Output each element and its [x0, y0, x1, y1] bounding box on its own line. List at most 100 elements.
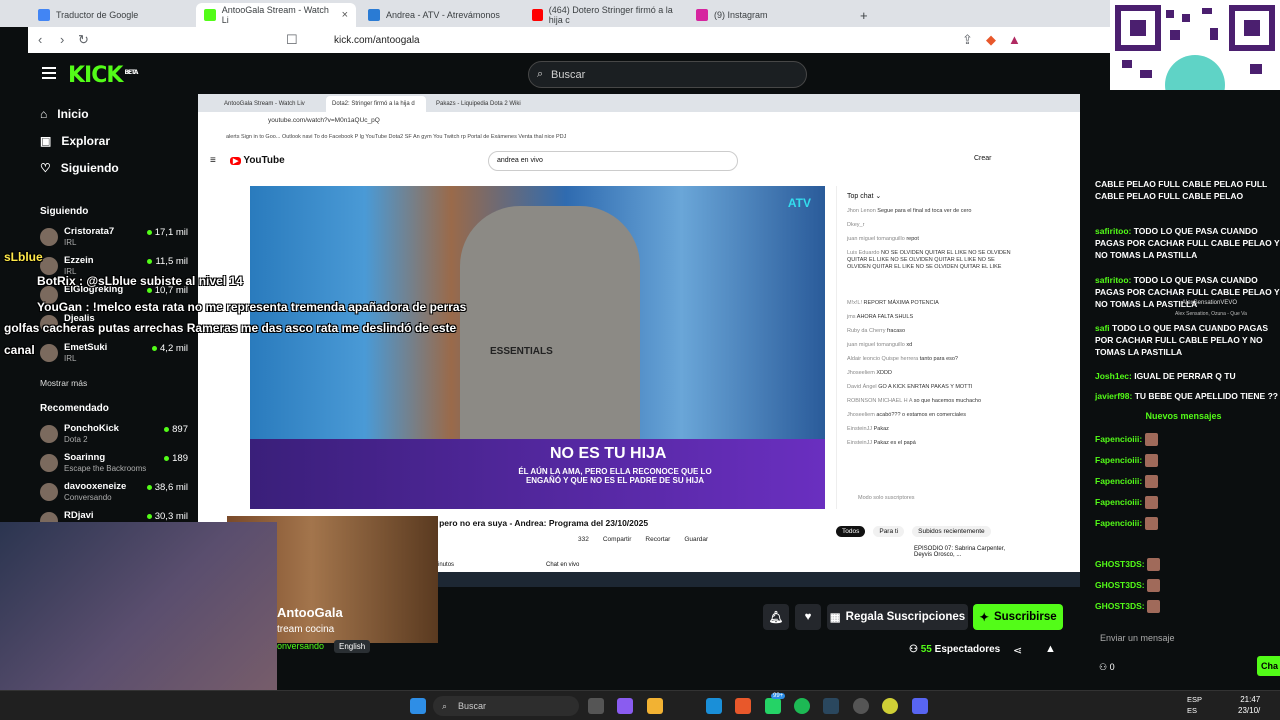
username[interactable]: Josh1ec:	[1095, 371, 1132, 381]
username[interactable]: javierf98:	[1095, 391, 1132, 401]
brave-icon[interactable]: ◆	[986, 32, 996, 48]
gift-subs-button[interactable]: ▦ Regala Suscripciones	[827, 604, 968, 630]
yt-chat-text: acabó??? o estamos en comerciales	[876, 412, 966, 418]
back-icon[interactable]: ‹	[38, 32, 42, 47]
menu-icon[interactable]	[42, 67, 56, 79]
username[interactable]: safiritoo:	[1095, 275, 1131, 285]
bookmark-icon[interactable]: ☐	[286, 32, 298, 48]
channel-item[interactable]: Cristorata7 IRL 17,1 mil	[40, 226, 188, 250]
yt-chat-message: Aldair leoncio Quispe herrera tanto para…	[847, 356, 1012, 363]
chip: Subidos recientemente	[912, 526, 991, 537]
task-view-icon[interactable]	[588, 698, 604, 714]
app-icon[interactable]	[882, 698, 898, 714]
username[interactable]: Fapencioiii:	[1095, 476, 1142, 486]
report-icon[interactable]: ▲	[1045, 643, 1056, 655]
input-language[interactable]: ESP ES	[1187, 694, 1202, 716]
username[interactable]: Fapencioiii:	[1095, 497, 1142, 507]
chat-input[interactable]: Enviar un mensaje	[1096, 627, 1280, 649]
obs-icon[interactable]	[853, 698, 869, 714]
language-tag[interactable]: English	[334, 640, 371, 653]
recommended-header: Recomendado	[40, 403, 109, 414]
channel-item[interactable]: PonchoKick Dota 2 897	[40, 423, 188, 447]
search-input[interactable]: ⌕ Buscar	[528, 61, 807, 88]
tab-kick[interactable]: AntooGala Stream - Watch Li ×	[196, 3, 356, 27]
steam-icon[interactable]	[823, 698, 839, 714]
windows-start-icon[interactable]	[410, 698, 426, 714]
notification-badge: 99+	[771, 693, 786, 699]
new-messages-divider[interactable]: Nuevos mensajes	[1087, 411, 1280, 421]
chat-message: Fapencioiii:	[1095, 496, 1280, 510]
discord-icon[interactable]	[912, 698, 928, 714]
yt-chat-user: Jhon Lenon	[847, 208, 878, 214]
taskbar-search[interactable]: ⌕ Buscar	[433, 696, 579, 716]
username[interactable]: safiritoo:	[1095, 226, 1131, 236]
chat-message: safiritoo: TODO LO QUE PASA CUANDO PAGAS…	[1095, 225, 1280, 261]
yt-chat-message: David Ángel GO A KICK ENRTAN PAKAS Y MOT…	[847, 384, 1012, 391]
reload-icon[interactable]: ↻	[78, 32, 89, 48]
tab-instagram[interactable]: (9) Instagram	[688, 3, 853, 27]
stream-video[interactable]: AntooGala Stream - Watch Liv Dota2: Stri…	[198, 94, 1080, 587]
follow-button[interactable]: ♥	[795, 604, 821, 630]
tab-translate[interactable]: Traductor de Google	[30, 3, 195, 27]
forward-icon[interactable]: ›	[60, 32, 64, 47]
show-more-link[interactable]: Mostrar más	[40, 378, 87, 388]
clock[interactable]: 21:47 23/10/	[1238, 694, 1260, 716]
copilot-icon[interactable]	[617, 698, 633, 714]
viewer-count: 897	[164, 424, 188, 435]
emote-icon	[1144, 454, 1158, 468]
new-tab-button[interactable]: +	[852, 3, 872, 27]
viewer-count: 30,3 mil	[147, 511, 188, 522]
channel-item[interactable]: davooxeneize Conversando 38,6 mil	[40, 481, 188, 505]
sidebar-item-siguiendo[interactable]: ♡ Siguiendo	[40, 161, 119, 175]
brave-icon[interactable]	[735, 698, 751, 714]
notify-button[interactable]: 🔔︎	[763, 604, 789, 630]
viewer-count: ⚇ 55 Espectadores	[909, 644, 1000, 655]
channel-name: Cristorata7	[64, 226, 115, 237]
channel-item[interactable]: Soarinng Escape the Backrooms 189	[40, 452, 188, 476]
subscribe-button[interactable]: ✦ Suscribirse	[973, 604, 1063, 630]
chip: Para ti	[873, 526, 905, 537]
username[interactable]: Fapencioiii:	[1095, 518, 1142, 528]
yt-chat-user: Jhoseeliem	[847, 370, 877, 376]
username[interactable]: GHOST3DS:	[1095, 601, 1145, 611]
yt-chat-text: repot	[906, 236, 919, 242]
channel-name: Ezzein	[64, 255, 94, 266]
overlay-line: YouGan : !melco esta rata no me represen…	[37, 300, 467, 314]
chat-send-button[interactable]: Cha	[1257, 656, 1280, 676]
yt-chat-message: ROBINSON MICHAEL H A so que hacemos much…	[847, 398, 1012, 405]
username[interactable]: safi	[1095, 323, 1110, 333]
avatar	[40, 425, 58, 443]
sidebar-item-explorar[interactable]: ▣ Explorar	[40, 134, 110, 148]
tab-atv[interactable]: Andrea - ATV - Atrevámonos	[360, 3, 525, 27]
yt-chat-user: EinsteinJJ	[847, 426, 874, 432]
edge-icon[interactable]	[706, 698, 722, 714]
tab-youtube[interactable]: (464) Dotero Stringer firmó a la hija c	[524, 3, 689, 27]
chat-message: Fapencioiii:	[1095, 433, 1280, 447]
kick-logo[interactable]: KICK BETA	[68, 63, 138, 88]
url-field[interactable]: kick.com/antoogala	[306, 30, 1066, 50]
username[interactable]: Fapencioiii:	[1095, 455, 1142, 465]
spotify-icon[interactable]	[794, 698, 810, 714]
message-text: TU BEBE QUE APELLIDO TIENE ??	[1134, 391, 1278, 401]
channel-name: davooxeneize	[64, 481, 127, 492]
share-icon[interactable]: ⋖	[1013, 644, 1022, 657]
yt-video-player: ATV ESSENTIALS NO ES TU HIJA ÉL AÚN LA A…	[250, 186, 825, 509]
lang-code: ESP	[1187, 695, 1203, 704]
sidebar-item-inicio[interactable]: ⌂ Inicio	[40, 107, 89, 121]
channel-item[interactable]: EmetSuki IRL 4,2 mil	[40, 342, 188, 366]
username[interactable]: GHOST3DS:	[1095, 580, 1145, 590]
points-counter[interactable]: ⚇ 0	[1099, 662, 1115, 673]
vpn-icon[interactable]: ▲	[1008, 32, 1021, 47]
share-icon[interactable]: ⇪	[962, 32, 973, 48]
yt-chips: Todos Para ti Subidos recientemente	[836, 526, 991, 537]
chat-message: GHOST3DS:	[1095, 558, 1280, 572]
message-text: TODO LO QUE PASA CUANDO PAGAS POR CACHAR…	[1095, 323, 1269, 357]
points-value: 0	[1109, 662, 1115, 672]
stream-category[interactable]: onversando	[277, 641, 324, 651]
close-icon[interactable]: ×	[342, 9, 348, 21]
streamer-name[interactable]: AntooGala	[277, 605, 343, 620]
username[interactable]: Fapencioiii:	[1095, 434, 1142, 444]
explorer-icon[interactable]	[647, 698, 663, 714]
username[interactable]: GHOST3DS:	[1095, 559, 1145, 569]
whatsapp-icon[interactable]	[765, 698, 781, 714]
